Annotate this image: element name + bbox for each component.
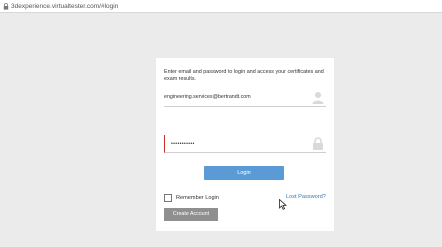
login-card: Enter email and password to login and ac… [156,58,334,231]
lost-password-link[interactable]: Lost Password? [286,193,326,202]
lock-icon [3,3,9,10]
login-button[interactable]: Login [204,166,284,180]
email-value[interactable]: engineering.services@bertrandt.com [164,93,251,101]
remember-login-label[interactable]: Remember Login [176,195,219,201]
lock-icon [313,137,323,150]
address-bar-url[interactable]: 3dexperience.virtualtester.com/#login [11,1,118,12]
password-field[interactable]: ••••••••••• [164,135,326,153]
remember-login-checkbox[interactable] [164,193,172,202]
remember-login[interactable]: Remember Login [164,193,219,202]
browser-address-bar[interactable]: 3dexperience.virtualtester.com/#login [0,0,442,13]
password-value[interactable]: ••••••••••• [171,140,195,148]
user-icon [312,92,324,104]
login-instructions: Enter email and password to login and ac… [164,69,324,82]
create-account-button[interactable]: Create Account [164,208,218,221]
mouse-pointer-icon [279,199,287,210]
email-field[interactable]: engineering.services@bertrandt.com [164,89,326,107]
